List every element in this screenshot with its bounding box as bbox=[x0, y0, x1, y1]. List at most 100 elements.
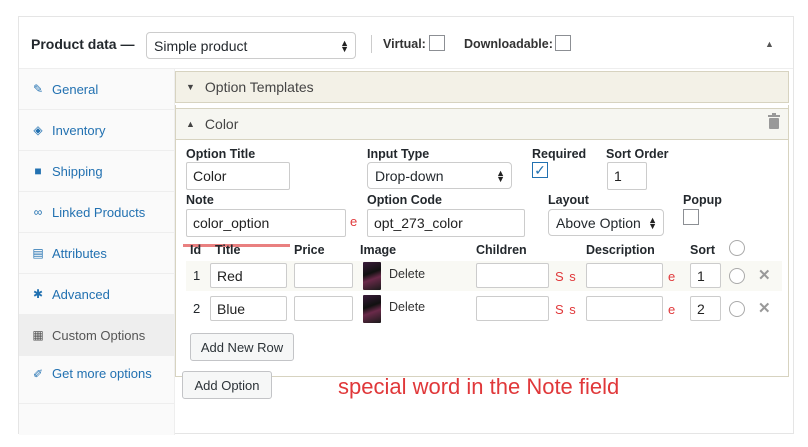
expand-triangle-icon: ▼ bbox=[186, 82, 195, 92]
wrench-icon: ✎ bbox=[32, 82, 44, 96]
layout-value: Above Option bbox=[556, 214, 641, 231]
row-sort-input[interactable]: 2 bbox=[690, 296, 721, 321]
table-icon: ▦ bbox=[32, 328, 44, 342]
input-type-select[interactable]: Drop-down ▲ ▼ bbox=[367, 162, 512, 189]
popup-label: Popup bbox=[683, 193, 722, 207]
note-value: color_option bbox=[193, 215, 270, 231]
input-type-label: Input Type bbox=[367, 147, 430, 161]
row-title-value: Blue bbox=[217, 300, 246, 317]
product-data-tabs: ✎ General ◈ Inventory ■ Shipping ∞ Linked Pr… bbox=[19, 69, 175, 435]
col-description: Description bbox=[586, 243, 655, 257]
row-default-radio[interactable] bbox=[729, 268, 745, 284]
row-image-delete-link[interactable]: Delete bbox=[389, 267, 425, 281]
header-divider bbox=[371, 35, 372, 53]
option-templates-label: Option Templates bbox=[204, 79, 314, 95]
layout-label: Layout bbox=[548, 193, 589, 207]
product-data-title: Product data — bbox=[31, 36, 135, 52]
row-title-value: Red bbox=[217, 267, 243, 284]
add-option-button[interactable]: Add Option bbox=[182, 371, 272, 399]
downloadable-checkbox[interactable] bbox=[555, 35, 571, 51]
row-e-marker: e bbox=[668, 269, 676, 284]
tab-general[interactable]: ✎ General bbox=[19, 69, 174, 110]
pin-icon: ✐ bbox=[32, 367, 44, 381]
row-image-thumbnail[interactable] bbox=[363, 262, 381, 290]
select-arrows-icon: ▲ ▼ bbox=[496, 167, 505, 184]
row-sort-value: 2 bbox=[697, 300, 705, 317]
select-arrows-icon: ▲ ▼ bbox=[340, 37, 349, 54]
gear-icon: ✱ bbox=[32, 287, 44, 301]
virtual-label: Virtual: bbox=[383, 37, 426, 51]
note-e-marker: e bbox=[350, 214, 358, 229]
trash-icon[interactable] bbox=[768, 113, 780, 129]
option-title-value: Color bbox=[193, 168, 227, 184]
row-id: 1 bbox=[193, 268, 201, 283]
add-new-row-button[interactable]: Add New Row bbox=[190, 333, 294, 361]
row-image-thumbnail[interactable] bbox=[363, 295, 381, 323]
col-sort: Sort bbox=[690, 243, 715, 257]
select-arrows-icon: ▲ ▼ bbox=[648, 214, 657, 231]
tab-label: Advanced bbox=[52, 286, 110, 302]
row-e-marker: e bbox=[668, 302, 676, 317]
row-s-marker: S s bbox=[555, 269, 577, 284]
input-type-value: Drop-down bbox=[375, 167, 444, 184]
tab-advanced[interactable]: ✱ Advanced bbox=[19, 274, 174, 315]
row-description-input[interactable] bbox=[586, 263, 663, 288]
note-label: Note bbox=[186, 193, 214, 207]
layout-select[interactable]: Above Option ▲ ▼ bbox=[548, 209, 664, 236]
col-id: Id bbox=[190, 243, 202, 257]
note-input[interactable]: color_option bbox=[186, 209, 346, 237]
tab-attributes[interactable]: ▤ Attributes bbox=[19, 233, 174, 274]
row-children-input[interactable] bbox=[476, 263, 549, 288]
remove-row-icon[interactable]: ✕ bbox=[758, 299, 771, 317]
col-image: Image bbox=[360, 243, 397, 257]
virtual-checkbox[interactable] bbox=[429, 35, 445, 51]
row-children-input[interactable] bbox=[476, 296, 549, 321]
row-price-input[interactable] bbox=[294, 296, 353, 321]
option-title-input[interactable]: Color bbox=[186, 162, 290, 190]
tab-label: Get more options bbox=[52, 366, 152, 381]
option-body: Option Title Color Input Type Drop-down ▲… bbox=[175, 105, 789, 377]
annotation-text: special word in the Note field bbox=[338, 374, 620, 399]
product-type-select[interactable]: Simple product ▲ ▼ bbox=[146, 32, 356, 59]
tab-linked-products[interactable]: ∞ Linked Products bbox=[19, 192, 174, 233]
row-id: 2 bbox=[193, 301, 201, 316]
default-radio-header[interactable] bbox=[729, 240, 745, 256]
row-title-input[interactable]: Red bbox=[210, 263, 287, 288]
list-icon: ▤ bbox=[32, 246, 44, 260]
row-default-radio[interactable] bbox=[729, 301, 745, 317]
sort-order-label: Sort Order bbox=[606, 147, 669, 161]
col-title: Title bbox=[215, 243, 241, 257]
downloadable-label: Downloadable: bbox=[464, 37, 553, 51]
row-sort-input[interactable]: 1 bbox=[690, 263, 721, 288]
option-templates-bar[interactable]: ▼ Option Templates bbox=[175, 71, 789, 103]
sort-order-input[interactable]: 1 bbox=[607, 162, 647, 190]
row-title-input[interactable]: Blue bbox=[210, 296, 287, 321]
option-code-input[interactable]: opt_273_color bbox=[367, 209, 525, 237]
row-price-input[interactable] bbox=[294, 263, 353, 288]
product-data-header: Product data — Simple product ▲ ▼ Virtual… bbox=[19, 17, 793, 69]
tab-inventory[interactable]: ◈ Inventory bbox=[19, 110, 174, 151]
collapse-caret-icon[interactable]: ▲ bbox=[765, 39, 774, 49]
tab-label: General bbox=[52, 81, 99, 97]
tab-label: Inventory bbox=[52, 122, 106, 138]
popup-checkbox[interactable] bbox=[683, 209, 699, 225]
row-description-input[interactable] bbox=[586, 296, 663, 321]
sort-order-value: 1 bbox=[614, 168, 622, 184]
option-title-label: Option Title bbox=[186, 147, 256, 161]
tab-label: Shipping bbox=[52, 163, 103, 179]
col-children: Children bbox=[476, 243, 527, 257]
option-code-value: opt_273_color bbox=[374, 215, 463, 231]
remove-row-icon[interactable]: ✕ bbox=[758, 266, 771, 284]
col-price: Price bbox=[294, 243, 325, 257]
tab-get-more-options[interactable]: ✐ Get more options bbox=[19, 356, 174, 404]
tab-label: Linked Products bbox=[52, 204, 146, 220]
link-icon: ∞ bbox=[33, 205, 43, 219]
product-data-panel: Product data — Simple product ▲ ▼ Virtual… bbox=[18, 16, 794, 435]
row-image-delete-link[interactable]: Delete bbox=[389, 300, 425, 314]
tab-shipping[interactable]: ■ Shipping bbox=[19, 151, 174, 192]
tab-custom-options[interactable]: ▦ Custom Options bbox=[19, 315, 174, 356]
option-code-label: Option Code bbox=[367, 193, 442, 207]
required-label: Required bbox=[532, 147, 587, 161]
required-checkbox[interactable]: ✓ bbox=[532, 162, 548, 178]
product-type-value: Simple product bbox=[154, 37, 248, 54]
